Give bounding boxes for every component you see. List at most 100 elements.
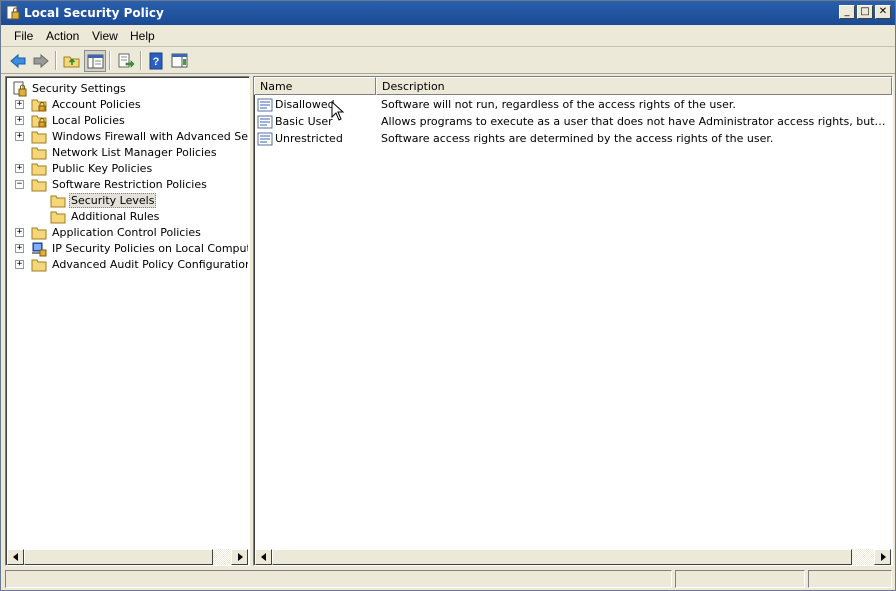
list-row-unrestricted[interactable]: Unrestricted Software access rights are …	[254, 131, 892, 148]
security-settings-icon	[13, 81, 27, 97]
menu-help[interactable]: Help	[130, 29, 155, 43]
tree-root-label: Security Settings	[32, 82, 126, 95]
scroll-left-button[interactable]	[7, 549, 24, 565]
folder-icon	[31, 147, 47, 160]
scroll-right-button[interactable]	[874, 549, 891, 565]
tree-item-windows-firewall[interactable]: + Windows Firewall with Advanced Securit…	[8, 129, 248, 145]
folder-icon	[50, 195, 66, 208]
security-level-icon	[257, 132, 273, 146]
tree-item-label: Windows Firewall with Advanced Security	[52, 130, 248, 143]
tree-item-label: Local Policies	[52, 114, 125, 127]
security-policy-icon	[6, 5, 20, 20]
scroll-thumb[interactable]	[24, 549, 213, 565]
toolbar-separator	[109, 51, 111, 70]
column-header-name[interactable]: Name	[254, 77, 376, 95]
status-bar	[1, 568, 895, 590]
expand-icon[interactable]: +	[15, 116, 24, 125]
tree-item-ip-security-policies[interactable]: + IP Security Policies on Local Computer	[8, 241, 248, 257]
close-button[interactable]: ✕	[875, 5, 891, 19]
tree-item-label: Advanced Audit Policy Configuration	[52, 258, 248, 271]
collapse-icon[interactable]: −	[15, 180, 24, 189]
tree-item-label: Application Control Policies	[52, 226, 201, 239]
row-description: Software will not run, regardless of the…	[381, 98, 736, 111]
app-window: Local Security Policy _ □ ✕ File Action …	[0, 0, 896, 591]
action-pane-icon	[171, 53, 188, 68]
tree-item-label: IP Security Policies on Local Computer	[52, 242, 248, 255]
menu-file[interactable]: File	[14, 29, 33, 43]
toolbar-separator	[55, 51, 57, 70]
right-arrow-icon	[881, 553, 886, 561]
export-list-button[interactable]	[115, 50, 137, 72]
back-button[interactable]	[7, 50, 29, 72]
folder-icon	[31, 179, 47, 192]
status-panel-3	[808, 570, 892, 588]
title-bar[interactable]: Local Security Policy _ □ ✕	[1, 1, 895, 25]
toolbar-separator	[140, 51, 142, 70]
tree-item-label: Public Key Policies	[52, 162, 153, 175]
tree-item-network-list-manager[interactable]: Network List Manager Policies	[8, 145, 248, 161]
menu-action[interactable]: Action	[46, 29, 79, 43]
minimize-button[interactable]: _	[839, 5, 855, 19]
export-list-icon	[118, 53, 135, 68]
console-tree-pane[interactable]: Security Settings + Account Policies + L…	[5, 76, 250, 566]
expand-icon[interactable]: +	[15, 260, 24, 269]
list-horizontal-scrollbar[interactable]	[255, 548, 891, 565]
list-row-basic-user[interactable]: Basic User Allows programs to execute as…	[254, 114, 892, 131]
ipsec-icon	[32, 242, 47, 257]
row-description: Software access rights are determined by…	[381, 132, 774, 145]
expand-icon[interactable]: +	[15, 228, 24, 237]
left-arrow-icon	[13, 553, 18, 561]
tree-item-public-key-policies[interactable]: + Public Key Policies	[8, 161, 248, 177]
folder-icon	[31, 259, 47, 272]
list-row-disallowed[interactable]: Disallowed Software will not run, regard…	[254, 97, 892, 114]
scroll-right-button[interactable]	[231, 549, 248, 565]
toolbar: ?	[1, 47, 895, 74]
menu-view[interactable]: View	[92, 29, 118, 43]
tree-item-account-policies[interactable]: + Account Policies	[8, 97, 248, 113]
row-description: Allows programs to execute as a user tha…	[381, 115, 889, 128]
console-tree: Security Settings + Account Policies + L…	[8, 79, 248, 549]
show-hide-console-tree-button[interactable]	[84, 50, 106, 72]
expand-icon[interactable]: +	[15, 164, 24, 173]
status-panel-main	[5, 570, 672, 588]
row-name: Unrestricted	[275, 132, 343, 145]
security-level-icon	[257, 98, 273, 112]
mouse-cursor-icon	[331, 101, 345, 121]
show-hide-tree-icon	[87, 54, 104, 69]
expand-icon[interactable]: +	[15, 100, 24, 109]
tree-horizontal-scrollbar[interactable]	[7, 548, 248, 565]
tree-item-advanced-audit-policy[interactable]: + Advanced Audit Policy Configuration	[8, 257, 248, 273]
folder-icon	[31, 227, 47, 240]
tree-item-label: Account Policies	[52, 98, 141, 111]
scroll-left-button[interactable]	[255, 549, 272, 565]
scroll-thumb[interactable]	[272, 549, 852, 565]
column-header-description[interactable]: Description	[376, 77, 892, 95]
folder-lock-icon	[31, 115, 47, 128]
details-pane[interactable]: Name Description Disallowed Software wil…	[253, 76, 893, 566]
tree-item-additional-rules[interactable]: Additional Rules	[8, 209, 248, 225]
maximize-button[interactable]: □	[857, 5, 873, 19]
tree-item-security-levels[interactable]: Security Levels	[8, 193, 248, 209]
right-arrow-icon	[238, 553, 243, 561]
tree-item-software-restriction-policies[interactable]: − Software Restriction Policies	[8, 177, 248, 193]
forward-button[interactable]	[30, 50, 52, 72]
tree-item-label: Network List Manager Policies	[52, 146, 217, 159]
row-name: Disallowed	[275, 98, 335, 111]
up-one-level-button[interactable]	[61, 50, 83, 72]
folder-icon	[50, 211, 66, 224]
folder-lock-icon	[31, 99, 47, 112]
expand-icon[interactable]: +	[15, 244, 24, 253]
folder-icon	[31, 131, 47, 144]
security-level-icon	[257, 115, 273, 129]
left-arrow-icon	[261, 553, 266, 561]
up-folder-icon	[63, 56, 80, 68]
tree-item-label: Additional Rules	[71, 210, 160, 223]
expand-icon[interactable]: +	[15, 132, 24, 141]
help-button[interactable]: ?	[146, 50, 168, 72]
row-name: Basic User	[275, 115, 333, 128]
list-header: Name Description	[254, 77, 892, 95]
menu-bar: File Action View Help	[1, 25, 895, 47]
show-hide-action-pane-button[interactable]	[169, 50, 191, 72]
tree-item-local-policies[interactable]: + Local Policies	[8, 113, 248, 129]
tree-item-application-control-policies[interactable]: + Application Control Policies	[8, 225, 248, 241]
